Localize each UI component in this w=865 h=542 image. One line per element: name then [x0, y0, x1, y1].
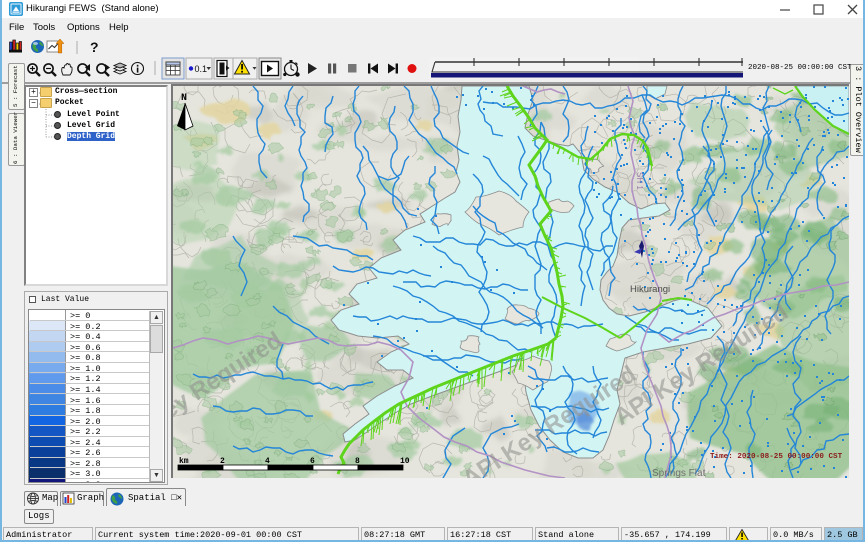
svg-text:0.1: 0.1: [195, 64, 208, 74]
svg-text:?: ?: [90, 39, 99, 55]
svg-text:SH 1: SH 1: [635, 172, 644, 190]
svg-text:N: N: [181, 93, 187, 104]
svg-text:Hikurangi: Hikurangi: [630, 284, 670, 295]
svg-text:2020-08-25 00:00:00 CST: 2020-08-25 00:00:00 CST: [748, 64, 852, 72]
svg-text:Time: 2020-08-25 00:00:00 CST: Time: 2020-08-25 00:00:00 CST: [710, 453, 843, 461]
svg-text:Springs Flat: Springs Flat: [652, 468, 706, 478]
